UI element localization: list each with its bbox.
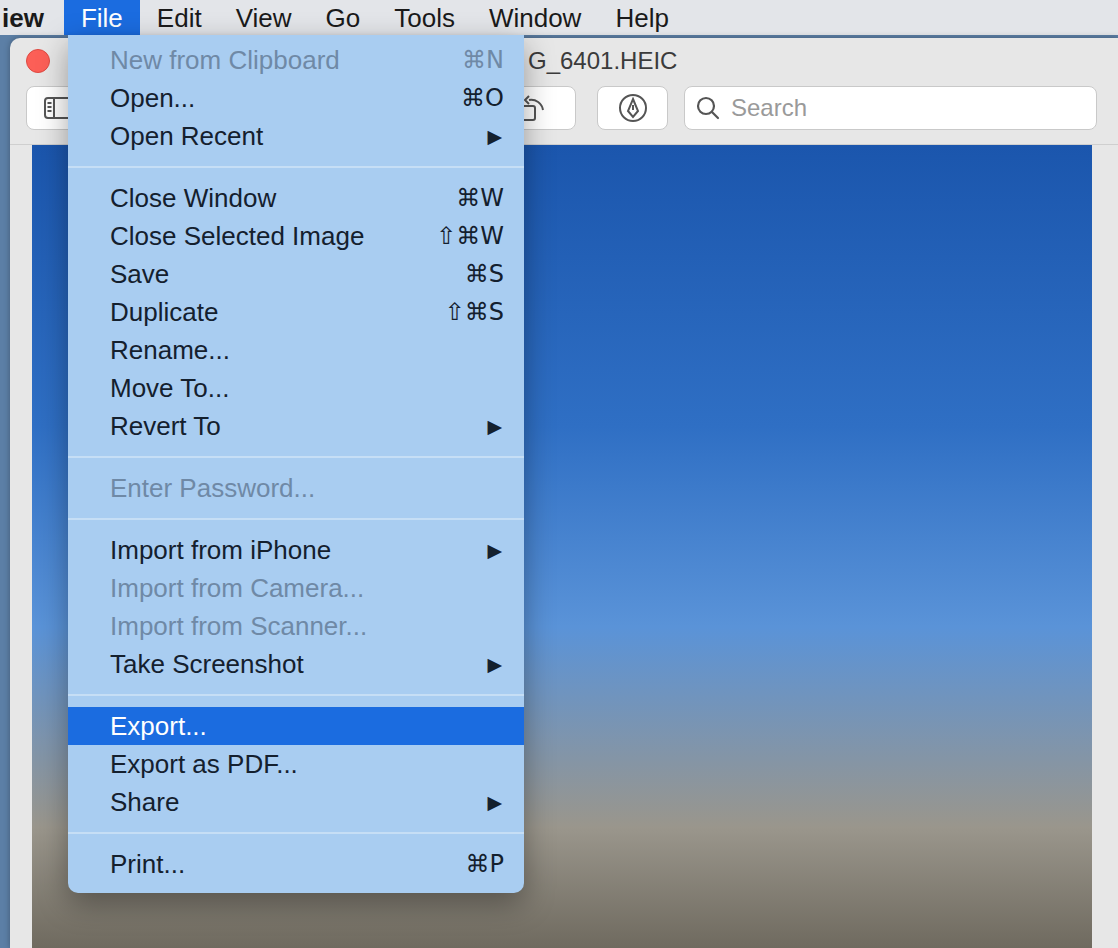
submenu-arrow: ▶ (487, 417, 504, 436)
menu-item[interactable]: Open Recent ▶ (68, 117, 524, 155)
menu-bar-item[interactable]: Go (309, 0, 378, 35)
submenu-arrow: ▶ (487, 127, 504, 146)
submenu-arrow: ▶ (487, 655, 504, 674)
menu-item-label: Close Selected Image (110, 223, 364, 249)
menu-item: New from Clipboard ⌘N (68, 41, 524, 79)
menu-bar-item[interactable]: View (219, 0, 309, 35)
menu-shortcut: ⌘O (461, 86, 504, 110)
submenu-arrow: ▶ (487, 541, 504, 560)
menu-shortcut: ⌘S (465, 262, 504, 286)
menu-item-label: Enter Password... (110, 475, 315, 501)
menu-separator (68, 507, 524, 531)
menu-item[interactable]: Move To... (68, 369, 524, 407)
menu-item-label: Close Window (110, 185, 276, 211)
menu-item[interactable]: Print... ⌘P (68, 845, 524, 883)
menu-item-label: Import from iPhone (110, 537, 331, 563)
menu-item[interactable]: Duplicate ⇧⌘S (68, 293, 524, 331)
menu-item-label: Revert To (110, 413, 221, 439)
menu-item-label: Export... (110, 713, 207, 739)
menu-bar-item[interactable]: Help (598, 0, 685, 35)
search-placeholder: Search (731, 96, 807, 120)
menu-bar-item[interactable]: Window (472, 0, 598, 35)
submenu-arrow: ▶ (487, 793, 504, 812)
menu-shortcut: ⇧⌘W (436, 224, 504, 248)
menu-item-label: Import from Scanner... (110, 613, 367, 639)
menu-item-label: Duplicate (110, 299, 218, 325)
menu-item: Import from Scanner... (68, 607, 524, 645)
menu-item[interactable]: Take Screenshot ▶ (68, 645, 524, 683)
menu-bar-item[interactable]: File (64, 0, 140, 35)
menu-shortcut: ⌘P (466, 852, 504, 876)
menu-bar-item[interactable]: Tools (377, 0, 472, 35)
menu-item[interactable]: Save ⌘S (68, 255, 524, 293)
menu-item: Import from Camera... (68, 569, 524, 607)
menu-item-label: Export as PDF... (110, 751, 298, 777)
menu-item-label: Move To... (110, 375, 229, 401)
menu-item[interactable]: Share ▶ (68, 783, 524, 821)
menu-item-label: Take Screenshot (110, 651, 304, 677)
search-field[interactable]: Search (684, 86, 1097, 130)
window-title: G_6401.HEIC (528, 49, 677, 73)
close-button[interactable] (26, 49, 50, 73)
menu-item-label: Open Recent (110, 123, 263, 149)
menu-shortcut: ⌘N (462, 48, 504, 72)
menu-separator (68, 683, 524, 707)
menu-bar-item[interactable]: Edit (140, 0, 219, 35)
search-icon (695, 95, 721, 121)
menu-bar: iewFileEditViewGoToolsWindowHelp (0, 0, 1118, 35)
menu-item[interactable]: Close Window ⌘W (68, 179, 524, 217)
menu-shortcut: ⇧⌘S (445, 300, 504, 324)
menu-item[interactable]: Rename... (68, 331, 524, 369)
menu-item[interactable]: Revert To ▶ (68, 407, 524, 445)
menu-separator (68, 821, 524, 845)
markup-button[interactable] (597, 86, 668, 130)
menu-item-label: Rename... (110, 337, 230, 363)
menu-item[interactable]: Export... (68, 707, 524, 745)
menu-item[interactable]: Export as PDF... (68, 745, 524, 783)
menu-item-label: Share (110, 789, 179, 815)
file-menu: New from Clipboard ⌘N Open... ⌘O Open Recent… (68, 35, 524, 893)
menu-shortcut: ⌘W (456, 186, 504, 210)
screen: iewFileEditViewGoToolsWindowHelp G_6401.H… (0, 0, 1118, 948)
menu-item[interactable]: Close Selected Image ⇧⌘W (68, 217, 524, 255)
menu-item-label: Save (110, 261, 169, 287)
menu-separator (68, 155, 524, 179)
menu-item-label: New from Clipboard (110, 47, 340, 73)
menu-item-label: Import from Camera... (110, 575, 364, 601)
menu-item: Enter Password... (68, 469, 524, 507)
app-menu[interactable]: iew (0, 0, 64, 35)
menu-item-label: Print... (110, 851, 185, 877)
menu-item[interactable]: Import from iPhone ▶ (68, 531, 524, 569)
markup-icon (617, 92, 649, 124)
menu-item[interactable]: Open... ⌘O (68, 79, 524, 117)
menu-separator (68, 445, 524, 469)
menu-item-label: Open... (110, 85, 195, 111)
